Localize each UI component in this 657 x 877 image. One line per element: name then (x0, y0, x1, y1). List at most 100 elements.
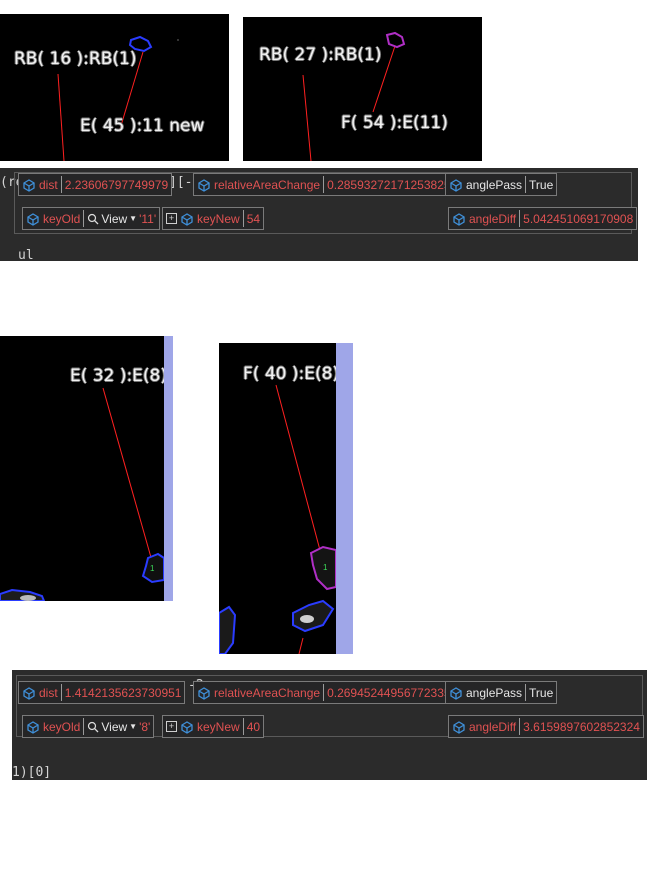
tracking-overlay (219, 384, 336, 654)
code-snippet: 1)[0] (12, 765, 52, 780)
blob-contour (219, 605, 237, 654)
datatip-name: dist (39, 177, 58, 192)
track-label-a: E( 32 ):E(8) (70, 366, 164, 386)
datatip-name: keyNew (197, 211, 240, 226)
datatip-name: anglePass (466, 177, 523, 192)
track-label-a: RB( 27 ):RB(1) (259, 45, 382, 65)
datatip-name: angleDiff (469, 719, 517, 734)
datatip-value: '8' (139, 719, 151, 734)
divider (525, 684, 527, 701)
datatip-key-new[interactable]: + keyNew 40 (162, 715, 265, 738)
datatip-value: 1.4142135623730951 (64, 685, 182, 700)
datatip-name: keyOld (43, 719, 81, 734)
divider (242, 718, 244, 735)
blob-highlight (20, 595, 36, 601)
datatip-value: 54 (246, 211, 261, 226)
datatip-dist[interactable]: dist 2.23606797749979 (18, 173, 173, 196)
noise-dot (177, 39, 179, 41)
datatip-angle-diff[interactable]: angleDiff 3.6159897602852324 (448, 715, 644, 738)
datatip-value: True (529, 177, 554, 192)
video-frame-4: F( 40 ):E(8) 1 (219, 343, 336, 654)
divider (83, 718, 85, 735)
variable-icon (23, 686, 35, 700)
blob-contour (292, 599, 335, 633)
datatip-name: relativeAreaChange (214, 685, 321, 700)
divider (323, 684, 325, 701)
code-snippet: ul (18, 248, 34, 261)
blob-highlight (300, 615, 314, 623)
track-label-a: F( 40 ):E(8) (243, 364, 336, 384)
divider (519, 718, 521, 735)
view-dropdown[interactable]: View ▼ (87, 212, 139, 226)
datatip-name: anglePass (466, 685, 523, 700)
datatip-value: 2.23606797749979 (64, 177, 169, 192)
divider (60, 176, 62, 193)
link-line (275, 384, 326, 570)
chevron-down-icon: ▼ (129, 214, 138, 223)
track-label-b: F( 54 ):E(11) (341, 113, 448, 133)
datatip-name: angleDiff (469, 211, 517, 226)
divider (83, 210, 85, 227)
link-line (298, 637, 304, 654)
expand-icon[interactable]: + (166, 213, 177, 224)
divider (323, 176, 325, 193)
datatip-relative-area-change[interactable]: relativeAreaChange 0.26945244956772335 (193, 681, 455, 704)
datatip-name: keyOld (43, 211, 81, 226)
scrollbar[interactable] (164, 336, 173, 601)
datatip-value: 0.26945244956772335 (327, 685, 451, 700)
video-frame-1: RB( 16 ):RB(1) E( 45 ):11 new (0, 14, 229, 161)
track-label-b: E( 45 ):11 new (80, 116, 205, 136)
magnifier-icon (88, 213, 99, 224)
datatip-angle-diff[interactable]: angleDiff 5.042451069170908 (448, 207, 638, 230)
divider (60, 684, 62, 701)
view-label: View (101, 719, 128, 734)
datatip-key-new[interactable]: + keyNew 54 (162, 207, 265, 230)
datatip-value: 3.6159897602852324 (523, 719, 640, 734)
variable-icon (198, 178, 210, 192)
variable-icon (27, 720, 39, 734)
blob-id: 1 (323, 563, 328, 572)
datatip-value: 0.28593272171253825 (327, 177, 451, 192)
datatip-value: True (529, 685, 554, 700)
blob-contour (385, 31, 406, 49)
blob-id: 1 (150, 564, 155, 573)
view-dropdown[interactable]: View ▼ (87, 720, 139, 734)
tracking-overlay (302, 31, 406, 161)
scrollbar[interactable] (336, 343, 353, 654)
variable-icon (453, 720, 465, 734)
chevron-down-icon: ▼ (129, 722, 138, 731)
variable-icon (453, 212, 465, 226)
debugger-panel-2: -2 1)[0] dist 1.4142135623730951 relativ… (12, 670, 647, 780)
variable-icon (450, 178, 462, 192)
view-label: View (101, 211, 128, 226)
divider (242, 210, 244, 227)
link-line (57, 73, 65, 161)
datatip-value: 40 (246, 719, 261, 734)
video-frame-3: E( 32 ):E(8) 1 (0, 336, 164, 601)
datatip-angle-pass[interactable]: anglePass True (445, 173, 558, 196)
variable-icon (181, 212, 193, 226)
tracking-overlay (57, 35, 179, 161)
debugger-panel-1: (re ][-2 ul dist 2.23606797749979 relati… (0, 168, 638, 261)
datatip-dist[interactable]: dist 1.4142135623730951 (18, 681, 186, 704)
datatip-name: keyNew (197, 719, 240, 734)
datatip-name: dist (39, 685, 58, 700)
divider (525, 176, 527, 193)
datatip-relative-area-change[interactable]: relativeAreaChange 0.28593272171253825 (193, 173, 455, 196)
video-frame-2: RB( 27 ):RB(1) F( 54 ):E(11) (243, 17, 482, 161)
link-line (102, 387, 153, 562)
link-line (302, 74, 312, 161)
variable-icon (198, 686, 210, 700)
expand-icon[interactable]: + (166, 721, 177, 732)
datatip-name: relativeAreaChange (214, 177, 321, 192)
datatip-key-old[interactable]: keyOld View ▼ '8' (22, 715, 155, 738)
magnifier-icon (88, 721, 99, 732)
datatip-angle-pass[interactable]: anglePass True (445, 681, 558, 704)
variable-icon (27, 212, 39, 226)
datatip-key-old[interactable]: keyOld View ▼ '11' (22, 207, 161, 230)
divider (519, 210, 521, 227)
variable-icon (23, 178, 35, 192)
datatip-value: '11' (139, 211, 157, 226)
variable-icon (450, 686, 462, 700)
datatip-value: 5.042451069170908 (523, 211, 634, 226)
